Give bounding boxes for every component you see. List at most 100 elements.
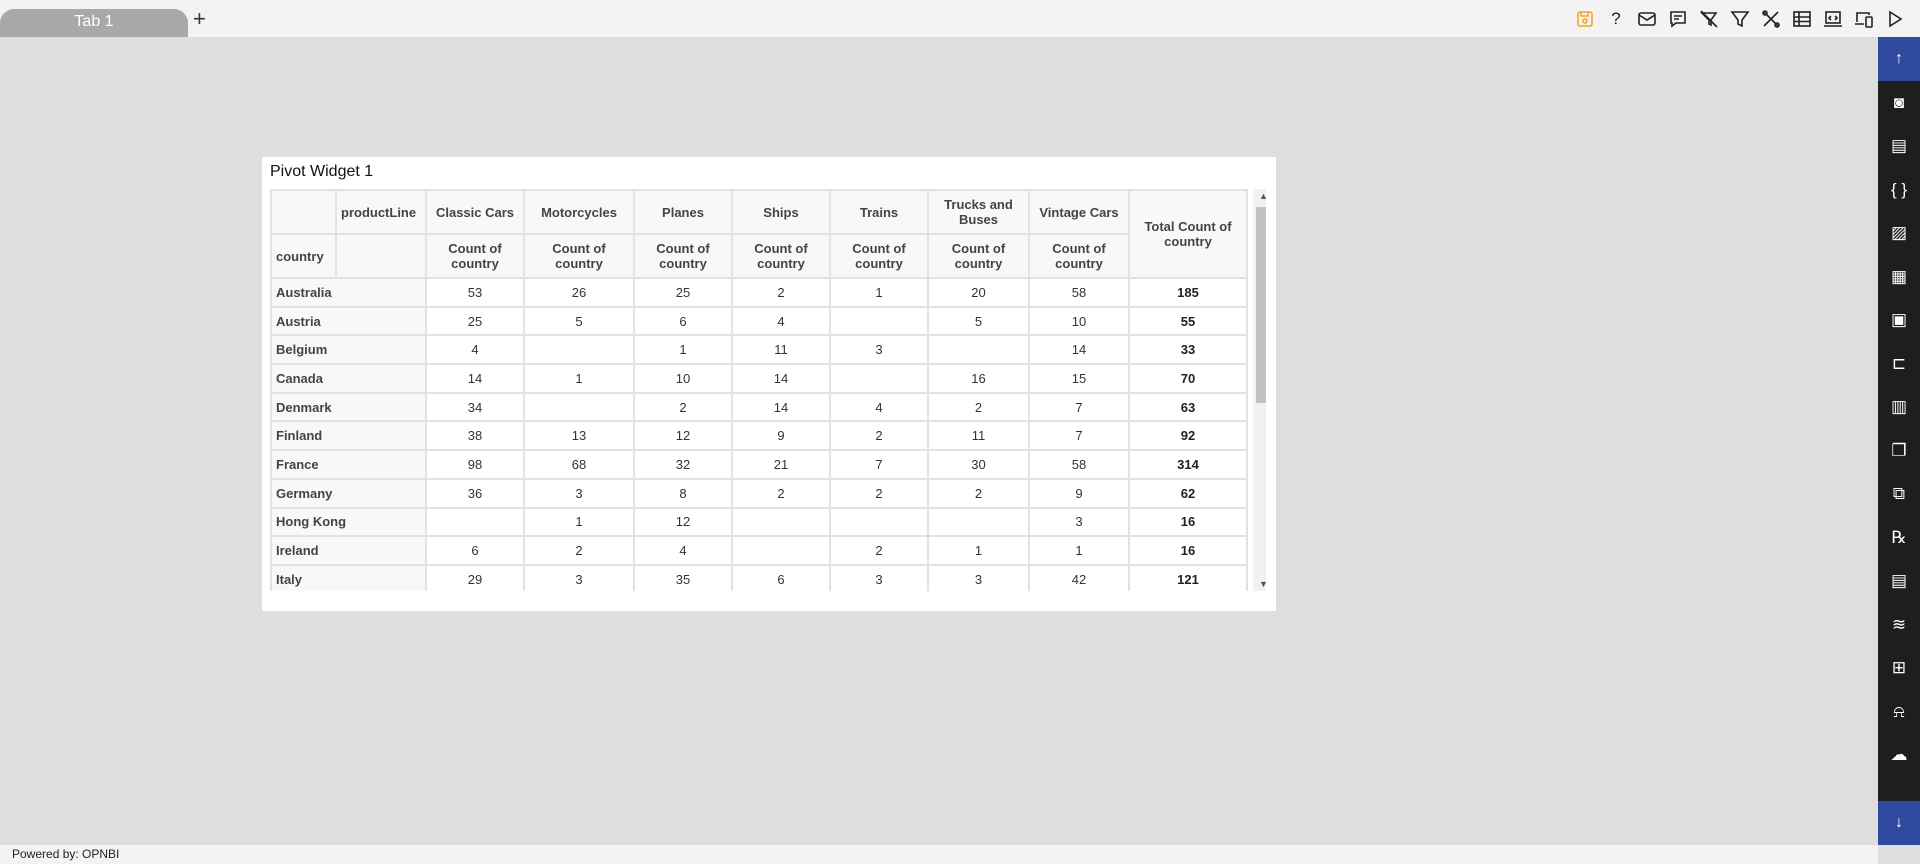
value-cell: 25 [633, 277, 733, 308]
row-label: Germany [270, 477, 427, 509]
table-row: Belgium 4 1 11 3 14 33 [270, 334, 1248, 366]
layout-icon[interactable]: ▦ [1878, 255, 1920, 299]
value-cell: 1 [523, 363, 635, 394]
tools-icon[interactable] [1760, 8, 1782, 30]
value-cell: 14 [731, 363, 831, 394]
toolbar: ? [1574, 8, 1906, 30]
value-cell [829, 363, 929, 394]
corner-cell [270, 189, 337, 235]
add-tab-button[interactable]: + [193, 6, 206, 32]
row-total: 314 [1128, 449, 1248, 480]
save-icon[interactable] [1574, 8, 1596, 30]
alert-icon[interactable]: ⍾ [1878, 690, 1920, 734]
value-cell: 35 [633, 563, 733, 591]
play-icon[interactable] [1884, 8, 1906, 30]
value-cell: 2 [927, 477, 1030, 509]
cubes-icon[interactable]: ⧉ [1878, 473, 1920, 517]
value-cell: 58 [1028, 449, 1130, 480]
braces-icon[interactable]: { } [1878, 168, 1920, 212]
document-icon[interactable]: ▤ [1878, 125, 1920, 169]
comment-icon[interactable] [1667, 8, 1689, 30]
scroll-top-button[interactable]: ↑ [1878, 37, 1920, 81]
value-cell: 14 [731, 391, 831, 423]
value-cell: 2 [829, 420, 929, 452]
value-cell: 2 [829, 477, 929, 509]
column-header[interactable]: Classic Cars [425, 189, 525, 235]
scroll-bottom-button[interactable]: ↓ [1878, 801, 1920, 845]
form-icon[interactable]: ▣ [1878, 299, 1920, 343]
pivot-table-viewport: productLine Classic Cars Motorcycles Planes… [270, 189, 1266, 591]
value-cell [425, 506, 525, 538]
measure-header: Count of country [633, 233, 733, 279]
chart-icon[interactable]: ▥ [1878, 386, 1920, 430]
scrollbar-thumb[interactable] [1256, 207, 1266, 403]
column-header[interactable]: Trains [829, 189, 929, 235]
value-cell: 9 [731, 420, 831, 452]
value-cell [829, 506, 929, 538]
column-header[interactable]: Vintage Cars [1028, 189, 1130, 235]
value-cell: 1 [633, 334, 733, 366]
value-cell: 68 [523, 449, 635, 480]
table-row: Ireland 6 2 4 2 1 1 16 [270, 535, 1248, 566]
table-row: Denmark 34 2 14 4 2 7 63 [270, 391, 1248, 423]
row-label: Denmark [270, 391, 427, 423]
top-bar: Tab 1 + ? [0, 0, 1920, 37]
value-cell: 5 [927, 305, 1030, 337]
pivot-widget: Pivot Widget 1 productLine Classic Cars Mo… [262, 157, 1276, 611]
row-field-label[interactable]: country [270, 233, 337, 279]
value-cell: 4 [731, 305, 831, 337]
value-cell: 4 [633, 535, 733, 566]
value-cell [731, 506, 831, 538]
row-total: 185 [1128, 277, 1248, 308]
report-icon[interactable]: ◙ [1878, 81, 1920, 125]
table-scrollbar[interactable]: ▲ ▼ [1253, 189, 1266, 591]
value-cell: 38 [425, 420, 525, 452]
value-cell: 6 [633, 305, 733, 337]
column-header[interactable]: Planes [633, 189, 733, 235]
table-row: France 98 68 32 21 7 30 58 314 [270, 449, 1248, 480]
value-cell: 2 [523, 535, 635, 566]
row-label: France [270, 449, 427, 480]
embed-icon[interactable] [1822, 8, 1844, 30]
layers-icon[interactable]: ≋ [1878, 603, 1920, 647]
email-icon[interactable] [1636, 8, 1658, 30]
value-cell: 6 [425, 535, 525, 566]
filter-icon[interactable] [1729, 8, 1751, 30]
scroll-down-arrow[interactable]: ▼ [1253, 579, 1266, 589]
value-cell: 12 [633, 420, 733, 452]
table-icon[interactable] [1791, 8, 1813, 30]
measure-header: Count of country [829, 233, 929, 279]
scroll-up-arrow[interactable]: ▲ [1253, 191, 1266, 201]
column-header[interactable]: Motorcycles [523, 189, 635, 235]
column-header[interactable]: Trucks and Buses [927, 189, 1030, 235]
image-icon[interactable]: ▨ [1878, 212, 1920, 256]
hierarchy-icon[interactable]: ⊏ [1878, 342, 1920, 386]
rx-icon[interactable]: ℞ [1878, 516, 1920, 560]
value-cell: 11 [731, 334, 831, 366]
help-icon[interactable]: ? [1605, 8, 1627, 30]
blank-header [335, 233, 427, 279]
add-widget-icon[interactable]: ⊞ [1878, 647, 1920, 691]
devices-icon[interactable] [1853, 8, 1875, 30]
value-cell: 53 [425, 277, 525, 308]
value-cell: 10 [1028, 305, 1130, 337]
value-cell: 25 [425, 305, 525, 337]
value-cell: 32 [633, 449, 733, 480]
table-row: Germany 36 3 8 2 2 2 9 62 [270, 477, 1248, 509]
copy-icon[interactable]: ❐ [1878, 429, 1920, 473]
row-label: Hong Kong [270, 506, 427, 538]
measure-header: Count of country [425, 233, 525, 279]
value-cell: 2 [927, 391, 1030, 423]
column-header[interactable]: Ships [731, 189, 831, 235]
file-icon[interactable]: ▤ [1878, 560, 1920, 604]
value-cell: 1 [829, 277, 929, 308]
tab-1[interactable]: Tab 1 [0, 9, 188, 37]
table-row: Australia 53 26 25 2 1 20 58 185 [270, 277, 1248, 308]
table-row: Hong Kong 1 12 3 16 [270, 506, 1248, 538]
table-row: Austria 25 5 6 4 5 10 55 [270, 305, 1248, 337]
cloud-upload-icon[interactable]: ☁ [1878, 734, 1920, 778]
value-cell: 3 [829, 563, 929, 591]
column-field-label: productLine [335, 189, 427, 235]
clear-filter-icon[interactable] [1698, 8, 1720, 30]
value-cell [927, 334, 1030, 366]
